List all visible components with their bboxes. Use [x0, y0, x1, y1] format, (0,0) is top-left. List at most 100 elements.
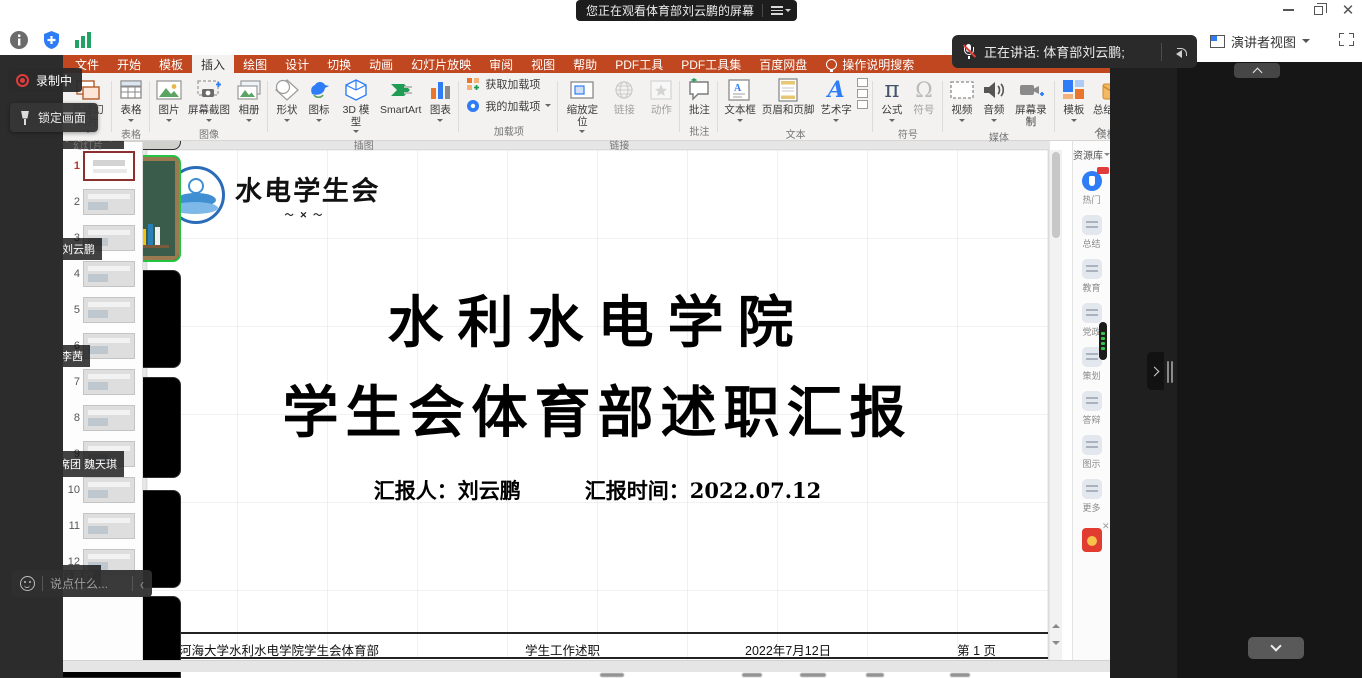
- info-icon[interactable]: [8, 29, 30, 51]
- security-shield-icon[interactable]: [40, 29, 62, 51]
- textbox-button[interactable]: A 文本框: [721, 76, 759, 126]
- panel-resize-handle[interactable]: [1167, 361, 1173, 383]
- view-mode-label: 演讲者视图: [1231, 32, 1296, 51]
- header-footer-button[interactable]: 页眉和页脚: [759, 76, 818, 118]
- tab-animations[interactable]: 动画: [360, 55, 402, 73]
- summary-doc-icon: [1082, 215, 1102, 235]
- slide-thumbnail-8[interactable]: 8: [63, 400, 142, 436]
- scrollbar-thumb[interactable]: [1052, 152, 1060, 238]
- slide-thumbnail-5[interactable]: 5: [63, 292, 142, 328]
- zoom-link-button[interactable]: 缩放定位: [561, 76, 603, 137]
- text-extra-icons[interactable]: [857, 78, 868, 109]
- slide-thumbnail-1[interactable]: 1: [63, 148, 142, 184]
- next-slide-button[interactable]: [1050, 636, 1062, 650]
- resource-item-diagram[interactable]: 图示: [1082, 435, 1102, 470]
- resource-item-hot[interactable]: 热门: [1082, 171, 1102, 206]
- comment-button[interactable]: 批注: [683, 76, 715, 118]
- collapse-video-panel-button[interactable]: [1147, 352, 1164, 390]
- collapse-chat-icon[interactable]: ‹: [140, 574, 144, 594]
- previous-slide-button[interactable]: [1050, 618, 1062, 632]
- minimize-button[interactable]: [1280, 3, 1296, 17]
- symbol-button[interactable]: Ω 符号: [908, 76, 940, 118]
- emoji-icon[interactable]: [20, 576, 35, 591]
- video-button[interactable]: 视频: [946, 76, 978, 126]
- divider: [132, 576, 133, 591]
- dropdown-caret: [284, 119, 290, 125]
- slide-thumbnail-2[interactable]: 2: [63, 184, 142, 220]
- wordart-button[interactable]: A 艺术字: [817, 76, 855, 126]
- reply-arrow-icon[interactable]: [1171, 46, 1187, 58]
- slide-canvas[interactable]: 水电学生会 ～✕～ 水利水电学院 学生会体育部述职汇报 汇报人：刘云鹏 汇报时间…: [147, 150, 1048, 662]
- resource-item-defense[interactable]: 答辩: [1082, 391, 1102, 426]
- view-mode-button[interactable]: 演讲者视图: [1210, 32, 1310, 51]
- equation-button[interactable]: π 公式: [876, 76, 908, 126]
- resource-item-summary[interactable]: 总结: [1082, 215, 1102, 250]
- tab-template[interactable]: 模板: [150, 55, 192, 73]
- resource-library-header[interactable]: 资源库: [1073, 147, 1110, 162]
- ppt-status-bar: [63, 660, 1110, 672]
- slide-scrollbar[interactable]: [1050, 150, 1062, 662]
- tab-slideshow[interactable]: 幻灯片放映: [402, 55, 480, 73]
- scroll-participants-up-button[interactable]: [1234, 63, 1280, 78]
- tab-transitions[interactable]: 切换: [318, 55, 360, 73]
- screenshot-button[interactable]: 屏幕截图: [185, 76, 233, 126]
- icons-button[interactable]: 图标: [303, 76, 335, 126]
- badge-icon: [1097, 167, 1109, 174]
- scroll-participants-down-button[interactable]: [1248, 637, 1304, 659]
- collapse-ribbon-button[interactable]: [1092, 126, 1106, 136]
- slide-thumbnail-10[interactable]: 10: [63, 472, 142, 508]
- tab-view[interactable]: 视图: [522, 55, 564, 73]
- tab-pdf-toolset[interactable]: PDF工具集: [672, 55, 750, 73]
- lightbulb-icon: [826, 59, 837, 70]
- dropdown-caret: [737, 119, 743, 125]
- tab-pdf-tools[interactable]: PDF工具: [606, 55, 672, 73]
- lock-screen-label: 锁定画面: [38, 109, 86, 126]
- my-addins-button[interactable]: 我的加载项: [466, 98, 551, 114]
- close-icon[interactable]: ✕: [1102, 521, 1110, 532]
- photo-album-button[interactable]: 相册: [233, 76, 265, 126]
- tab-draw[interactable]: 绘图: [234, 55, 276, 73]
- template-button[interactable]: 模板: [1058, 76, 1090, 126]
- group-images: 图片 屏幕截图 相册 图像: [150, 73, 268, 140]
- shapes-button[interactable]: 形状: [271, 76, 303, 126]
- tab-design[interactable]: 设计: [276, 55, 318, 73]
- table-button[interactable]: 表格: [115, 76, 147, 126]
- tab-review[interactable]: 审阅: [480, 55, 522, 73]
- recording-label: 录制中: [36, 72, 72, 89]
- tell-me-search[interactable]: 操作说明搜索: [816, 55, 924, 73]
- fullscreen-button[interactable]: [1339, 33, 1354, 46]
- tab-help[interactable]: 帮助: [564, 55, 606, 73]
- footer-org: 河海大学水利水电学院学生会体育部: [179, 640, 379, 659]
- get-addins-button[interactable]: 获取加载项: [466, 76, 551, 92]
- stats-bars-icon[interactable]: [72, 29, 94, 51]
- quick-chat-bar[interactable]: 说点什么... ‹: [12, 570, 152, 597]
- svg-text:A: A: [734, 83, 742, 94]
- close-button[interactable]: ✕: [1340, 3, 1356, 17]
- tab-baidu-netdisk[interactable]: 百度网盘: [750, 55, 816, 73]
- banner-menu-icon[interactable]: [771, 6, 791, 15]
- resource-item-education[interactable]: 教育: [1082, 259, 1102, 294]
- chat-input-placeholder[interactable]: 说点什么...: [50, 575, 125, 592]
- restore-button[interactable]: [1310, 3, 1326, 17]
- slide-thumbnail-4[interactable]: 4: [63, 256, 142, 292]
- speaking-toast: 正在讲话: 体育部刘云鹏;: [952, 35, 1197, 68]
- audio-button[interactable]: 音频: [978, 76, 1010, 126]
- 3d-models-button[interactable]: 3D 模型: [335, 76, 377, 137]
- resource-item-more[interactable]: 更多: [1082, 479, 1102, 514]
- hyperlink-button[interactable]: 链接: [603, 76, 645, 118]
- floating-toolbar-handle[interactable]: [1099, 322, 1107, 360]
- red-packet-promo-icon[interactable]: ✕: [1082, 528, 1102, 552]
- tab-home[interactable]: 开始: [108, 55, 150, 73]
- chart-button[interactable]: 图表: [424, 76, 456, 126]
- slide-thumbnail-11[interactable]: 11: [63, 508, 142, 544]
- slide-thumbnail-7[interactable]: 7: [63, 364, 142, 400]
- tab-insert[interactable]: 插入: [192, 55, 234, 73]
- lock-screen-tooltip[interactable]: 锁定画面: [10, 103, 98, 132]
- action-button[interactable]: 动作: [645, 76, 677, 118]
- picture-button[interactable]: 图片: [153, 76, 185, 126]
- smartart-button[interactable]: SmartArt: [377, 76, 424, 118]
- defense-icon: [1082, 391, 1102, 411]
- thumbnail-preview: [83, 405, 135, 431]
- dropdown-caret: [437, 119, 443, 125]
- screen-record-button[interactable]: 屏幕录制: [1010, 76, 1052, 129]
